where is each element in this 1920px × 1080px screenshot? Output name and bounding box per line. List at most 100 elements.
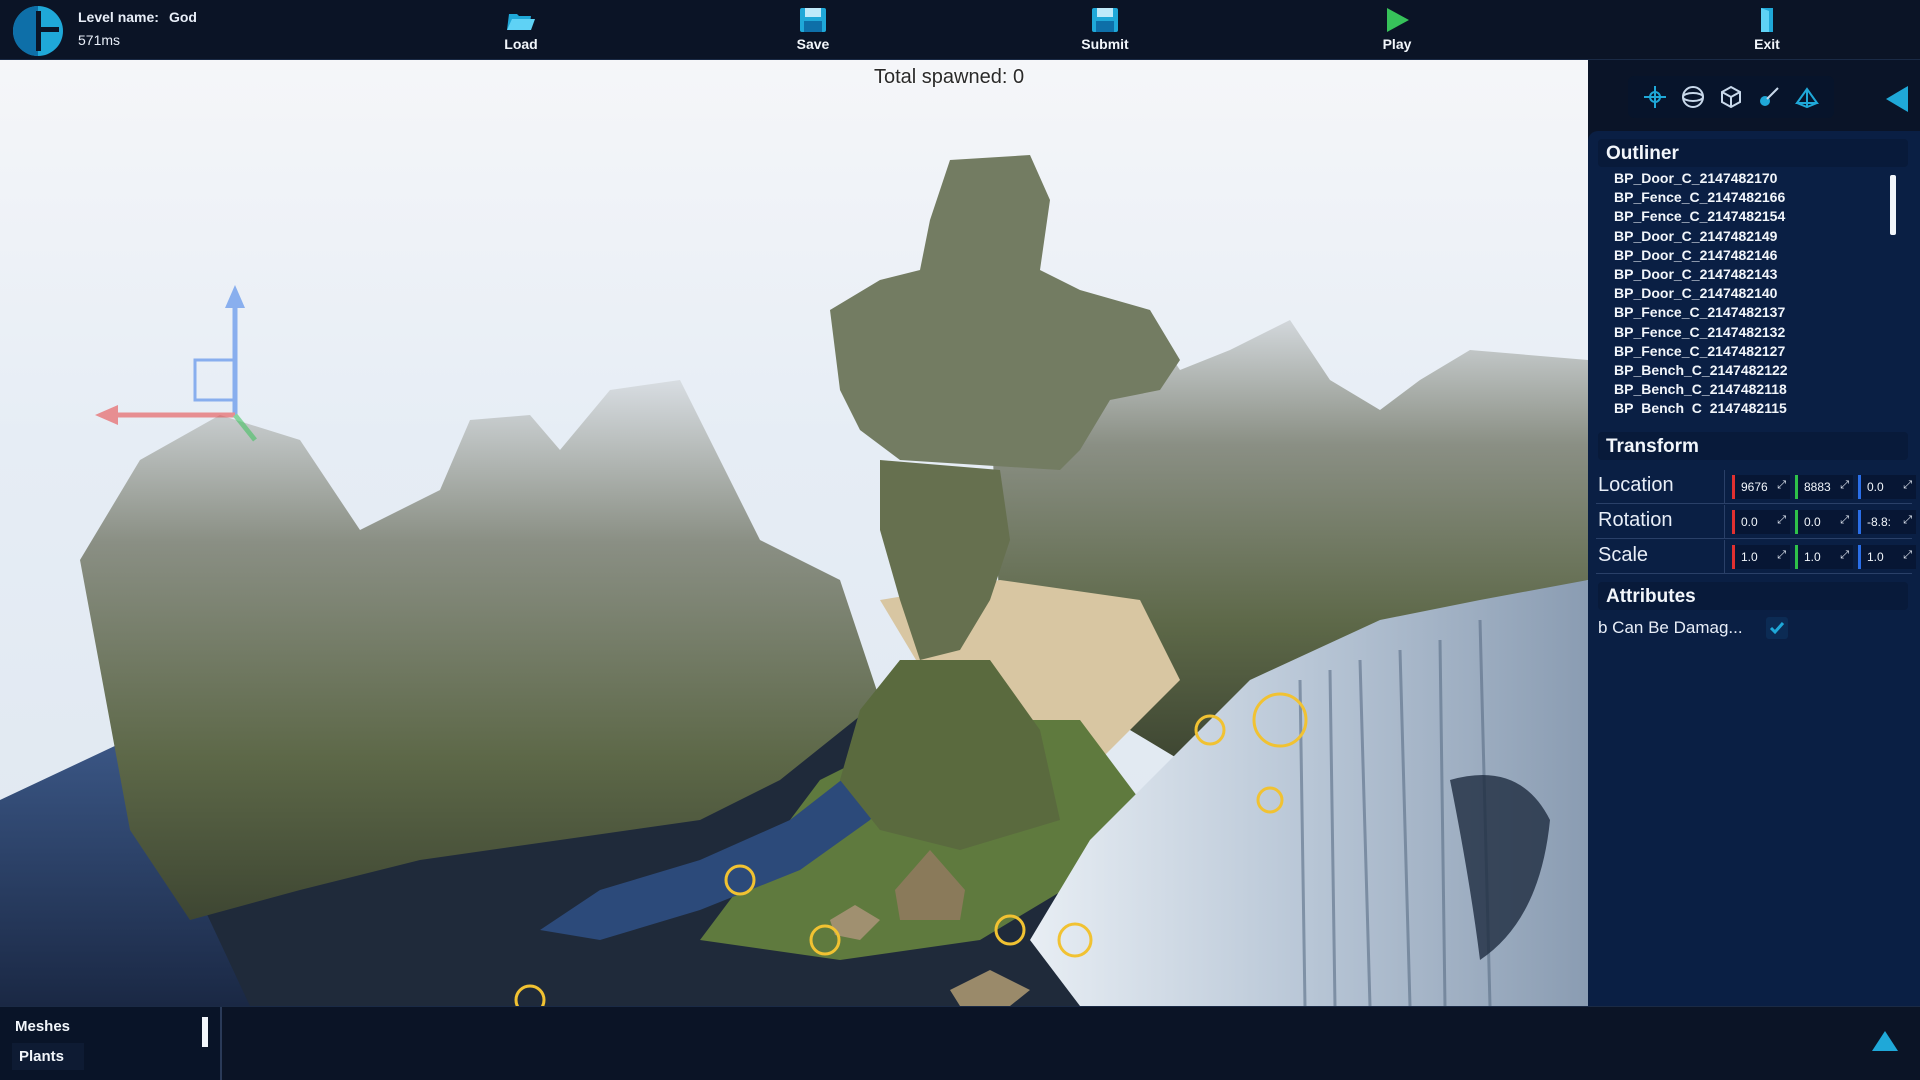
drag-arrows-icon: ⤢ xyxy=(1903,479,1912,492)
scale-x-value: 1.0 xyxy=(1741,550,1758,564)
expand-up-arrow-icon[interactable] xyxy=(1870,1029,1900,1053)
transform-gizmo[interactable] xyxy=(95,285,255,440)
drag-arrows-icon: ⤢ xyxy=(1840,514,1849,527)
level-name-value: God xyxy=(169,9,197,25)
row-divider xyxy=(1724,470,1725,504)
attribute-row: b Can Be Damag... xyxy=(1598,618,1743,638)
location-x-value: 9676 xyxy=(1741,480,1768,494)
outliner-item[interactable]: BP_Door_C_2147482143 xyxy=(1614,265,1874,284)
scene-render[interactable] xyxy=(0,60,1588,1006)
move-tool-button[interactable] xyxy=(1639,81,1671,113)
rotation-z-value: -8.8: xyxy=(1867,515,1891,529)
drag-arrows-icon: ⤢ xyxy=(1777,514,1786,527)
collapse-panel-arrow-icon[interactable] xyxy=(1882,84,1910,114)
outliner-item[interactable]: BP_Bench_C_2147482115 xyxy=(1614,399,1874,414)
wireframe-icon xyxy=(1793,83,1821,111)
bottom-asset-bar: Meshes Plants xyxy=(0,1006,1920,1080)
outliner-item[interactable]: BP_Door_C_2147482170 xyxy=(1614,169,1874,188)
asset-category-list: Meshes Plants xyxy=(0,1007,222,1080)
play-icon xyxy=(1381,6,1413,34)
save-button[interactable]: Save xyxy=(768,6,858,56)
outliner-item[interactable]: BP_Bench_C_2147482122 xyxy=(1614,361,1874,380)
load-button[interactable]: Load xyxy=(476,6,566,56)
level-name-label: Level name: xyxy=(78,9,159,25)
drag-arrows-icon: ⤢ xyxy=(1777,549,1786,562)
row-divider xyxy=(1724,505,1725,539)
scale-z-field[interactable]: 1.0 ⤢ xyxy=(1858,545,1916,569)
location-label: Location xyxy=(1598,474,1674,497)
drag-arrows-icon: ⤢ xyxy=(1840,479,1849,492)
outliner-item[interactable]: BP_Door_C_2147482146 xyxy=(1614,246,1874,265)
viewport-tool-palette xyxy=(1628,76,1834,118)
load-button-label: Load xyxy=(504,36,537,52)
drag-arrows-icon: ⤢ xyxy=(1840,549,1849,562)
exit-button[interactable]: Exit xyxy=(1722,6,1812,56)
snap-icon xyxy=(1755,83,1783,111)
floppy-disk-icon xyxy=(797,6,829,34)
editor-app: Level name: God 571ms Load Save Submit Pl… xyxy=(0,0,1920,1080)
scale-row: Scale 1.0 ⤢ 1.0 ⤢ 1.0 ⤢ xyxy=(1596,540,1912,574)
exit-button-label: Exit xyxy=(1754,36,1780,52)
rotation-label: Rotation xyxy=(1598,509,1673,532)
location-z-field[interactable]: 0.0 ⤢ xyxy=(1858,475,1916,499)
outliner-item[interactable]: BP_Fence_C_2147482127 xyxy=(1614,342,1874,361)
exit-door-icon xyxy=(1751,6,1783,34)
floppy-disk-icon xyxy=(1089,6,1121,34)
level-info: Level name: God 571ms xyxy=(78,6,197,52)
scale-x-field[interactable]: 1.0 ⤢ xyxy=(1732,545,1790,569)
attribute-checkbox[interactable] xyxy=(1766,617,1788,639)
outliner-item[interactable]: BP_Door_C_2147482149 xyxy=(1614,227,1874,246)
outliner-item[interactable]: BP_Fence_C_2147482132 xyxy=(1614,323,1874,342)
details-panel: Outliner BP_Door_C_2147482170 BP_Fence_C… xyxy=(1588,131,1920,1006)
scale-y-field[interactable]: 1.0 ⤢ xyxy=(1795,545,1853,569)
scale-tool-button[interactable] xyxy=(1715,81,1747,113)
attribute-label: b Can Be Damag... xyxy=(1598,618,1743,637)
outliner-item[interactable]: BP_Fence_C_2147482154 xyxy=(1614,207,1874,226)
rotation-y-field[interactable]: 0.0 ⤢ xyxy=(1795,510,1853,534)
location-row: Location 9676 ⤢ 8883 ⤢ 0.0 ⤢ xyxy=(1596,470,1912,504)
category-scrollbar[interactable] xyxy=(202,1017,208,1047)
wireframe-tool-button[interactable] xyxy=(1791,81,1823,113)
scale-box-icon xyxy=(1717,83,1745,111)
play-button[interactable]: Play xyxy=(1352,6,1442,56)
3d-viewport[interactable]: Total spawned: 0 xyxy=(0,60,1588,1006)
top-toolbar: Level name: God 571ms Load Save Submit Pl… xyxy=(0,0,1920,60)
submit-button[interactable]: Submit xyxy=(1060,6,1150,56)
rotate-gizmo-icon xyxy=(1679,83,1707,111)
rotation-x-value: 0.0 xyxy=(1741,515,1758,529)
scale-y-value: 1.0 xyxy=(1804,550,1821,564)
scale-z-value: 1.0 xyxy=(1867,550,1884,564)
drag-arrows-icon: ⤢ xyxy=(1777,479,1786,492)
outliner-list[interactable]: BP_Door_C_2147482170 BP_Fence_C_21474821… xyxy=(1614,169,1874,414)
location-y-field[interactable]: 8883 ⤢ xyxy=(1795,475,1853,499)
submit-button-label: Submit xyxy=(1081,36,1128,52)
rotate-tool-button[interactable] xyxy=(1677,81,1709,113)
attributes-header: Attributes xyxy=(1598,582,1908,610)
outliner-item[interactable]: BP_Fence_C_2147482166 xyxy=(1614,188,1874,207)
rotation-row: Rotation 0.0 ⤢ 0.0 ⤢ -8.8: ⤢ xyxy=(1596,505,1912,539)
move-gizmo-icon xyxy=(1641,83,1669,111)
snap-tool-button[interactable] xyxy=(1753,81,1785,113)
tab-meshes[interactable]: Meshes xyxy=(8,1013,158,1040)
rotation-z-field[interactable]: -8.8: ⤢ xyxy=(1858,510,1916,534)
location-x-field[interactable]: 9676 ⤢ xyxy=(1732,475,1790,499)
location-y-value: 8883 xyxy=(1804,480,1831,494)
outliner-header: Outliner xyxy=(1598,139,1908,167)
outliner-item[interactable]: BP_Fence_C_2147482137 xyxy=(1614,303,1874,322)
outliner-item[interactable]: BP_Bench_C_2147482118 xyxy=(1614,380,1874,399)
folder-icon xyxy=(505,6,537,34)
app-logo-icon xyxy=(12,5,64,57)
row-divider xyxy=(1724,540,1725,574)
frame-timing: 571ms xyxy=(78,29,197,52)
scale-label: Scale xyxy=(1598,544,1648,567)
rotation-x-field[interactable]: 0.0 ⤢ xyxy=(1732,510,1790,534)
outliner-item[interactable]: BP_Door_C_2147482140 xyxy=(1614,284,1874,303)
total-spawned-counter: Total spawned: 0 xyxy=(874,66,1024,89)
tab-plants[interactable]: Plants xyxy=(12,1043,84,1070)
drag-arrows-icon: ⤢ xyxy=(1903,549,1912,562)
rotation-y-value: 0.0 xyxy=(1804,515,1821,529)
drag-arrows-icon: ⤢ xyxy=(1903,514,1912,527)
location-z-value: 0.0 xyxy=(1867,480,1884,494)
outliner-scrollbar[interactable] xyxy=(1890,175,1896,235)
checkmark-icon xyxy=(1768,619,1786,637)
